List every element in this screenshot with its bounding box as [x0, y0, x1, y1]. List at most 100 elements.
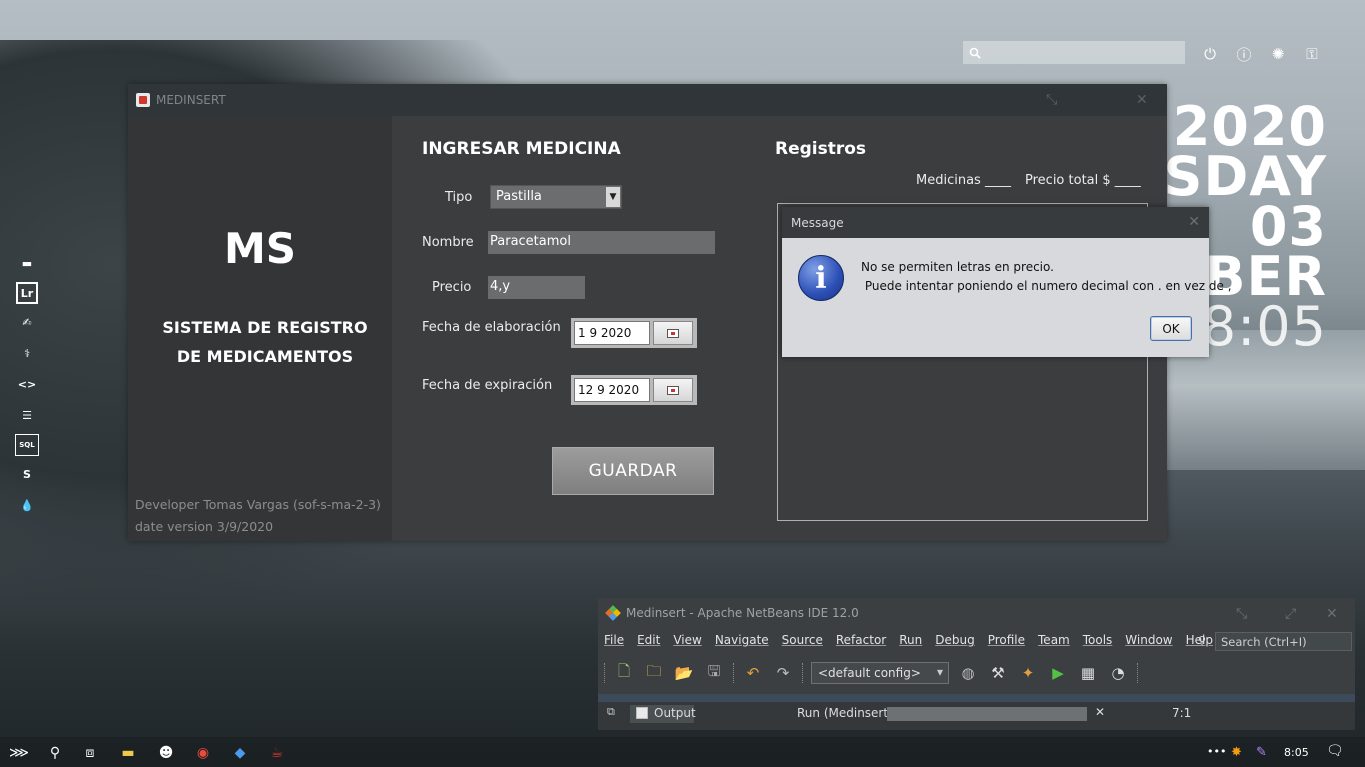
- new-project-icon[interactable]: 🗀: [643, 662, 665, 684]
- close-icon[interactable]: ✕: [1188, 214, 1200, 230]
- maximize-icon[interactable]: ⤢: [1285, 606, 1296, 622]
- sublime-icon[interactable]: S: [13, 462, 41, 487]
- config-select[interactable]: <default config>: [811, 662, 949, 684]
- output-tab[interactable]: Output: [630, 705, 696, 723]
- debug-icon[interactable]: ▦: [1077, 662, 1099, 684]
- close-icon[interactable]: ✕: [1136, 92, 1148, 108]
- nombre-field[interactable]: Paracetamol: [488, 231, 715, 254]
- menu-refactor[interactable]: Refactor: [836, 633, 886, 647]
- open-project-icon[interactable]: 📂: [673, 662, 695, 684]
- toolbar-separator: [1137, 663, 1138, 683]
- close-icon[interactable]: ✕: [1095, 705, 1105, 719]
- calendar-icon: [667, 328, 679, 338]
- redo-icon[interactable]: ↷: [772, 662, 794, 684]
- notifications-icon[interactable]: 🗨: [1326, 743, 1344, 759]
- desktop-search-bar[interactable]: [963, 41, 1185, 64]
- avast-icon[interactable]: ✸: [1231, 745, 1242, 760]
- maximize-icon[interactable]: ⤡: [1046, 92, 1057, 108]
- new-file-icon[interactable]: 🗋: [613, 662, 635, 684]
- folder-icon[interactable]: ▬: [13, 251, 41, 276]
- run-status-label: Run (Medinsert): [797, 706, 893, 720]
- subtitle-line-2: DE MEDICAMENTOS: [176, 347, 354, 366]
- minimize-icon[interactable]: ⤡: [1236, 606, 1247, 622]
- key-icon[interactable]: ⚿: [1302, 44, 1322, 64]
- elaboracion-label: Fecha de elaboración: [422, 320, 561, 335]
- profile-icon[interactable]: ◔: [1107, 662, 1129, 684]
- precio-label: Precio: [432, 280, 472, 295]
- document-icon[interactable]: ☰: [13, 403, 41, 428]
- chevron-down-icon[interactable]: ▼: [606, 187, 620, 207]
- expiracion-calendar-button[interactable]: [653, 378, 693, 402]
- mysql-icon[interactable]: SQL: [15, 434, 39, 456]
- code-icon[interactable]: <>: [13, 372, 41, 397]
- netbeans-search-input[interactable]: Search (Ctrl+I): [1215, 632, 1352, 651]
- lightroom-icon[interactable]: Lr: [16, 282, 38, 304]
- clean-build-icon[interactable]: ✦: [1017, 662, 1039, 684]
- search-icon[interactable]: ⚲: [46, 744, 64, 762]
- build-hammer-icon[interactable]: ⚒: [987, 662, 1009, 684]
- info-icon[interactable]: ⓘ: [1234, 44, 1254, 64]
- output-icon: [636, 707, 648, 719]
- expiracion-date-input[interactable]: 12 9 2020: [574, 378, 650, 402]
- java-app-taskbar-icon[interactable]: ☕: [268, 744, 286, 762]
- expiracion-date-picker: 12 9 2020: [571, 375, 697, 405]
- menu-navigate[interactable]: Navigate: [715, 633, 769, 647]
- menu-profile[interactable]: Profile: [988, 633, 1025, 647]
- menu-view[interactable]: View: [673, 633, 701, 647]
- chrome-icon[interactable]: ◉: [194, 744, 212, 762]
- pdf-icon[interactable]: ✍: [13, 310, 41, 335]
- menu-window[interactable]: Window: [1125, 633, 1172, 647]
- nombre-label: Nombre: [422, 235, 474, 250]
- output-tab-label: Output: [654, 706, 696, 720]
- developer-info: Developer Tomas Vargas (sof-s-ma-2-3) da…: [135, 494, 381, 538]
- netbeans-title: Medinsert - Apache NetBeans IDE 12.0: [626, 605, 859, 620]
- run-icon[interactable]: ▶: [1047, 662, 1069, 684]
- file-explorer-icon[interactable]: ▬: [119, 744, 137, 762]
- run-progress-bar: [887, 707, 1087, 721]
- netbeans-status-area: ⧉ Output Run (Medinsert) ✕ 7:1: [598, 694, 1355, 730]
- elaboracion-date-picker: 1 9 2020: [571, 318, 697, 348]
- feather-icon[interactable]: ✎: [1256, 745, 1267, 760]
- gimp-icon[interactable]: ☻: [157, 744, 175, 762]
- menu-team[interactable]: Team: [1038, 633, 1070, 647]
- dialog-message-line-1: No se permiten letras en precio.: [861, 260, 1054, 274]
- restore-icon[interactable]: ⧉: [607, 705, 615, 719]
- python-icon[interactable]: ⚕: [13, 341, 41, 366]
- output-header-strip: [598, 694, 1355, 702]
- tipo-select[interactable]: Pastilla ▼: [490, 185, 622, 209]
- elaboracion-date-input[interactable]: 1 9 2020: [574, 321, 650, 345]
- netbeans-toolbar: 🗋 🗀 📂 🖫 ↶ ↷ <default config> ◍ ⚒ ✦ ▶ ▦ ◔: [604, 660, 1138, 686]
- dialog-title[interactable]: Message: [782, 207, 1209, 238]
- netbeans-taskbar-icon[interactable]: ◆: [231, 744, 249, 762]
- menu-edit[interactable]: Edit: [637, 633, 660, 647]
- toolbar-separator: [604, 663, 605, 683]
- menu-file[interactable]: File: [604, 633, 624, 647]
- netbeans-logo-icon: [605, 604, 621, 621]
- precio-field[interactable]: 4,y: [488, 276, 585, 299]
- tray-overflow-icon[interactable]: •••: [1207, 745, 1226, 758]
- calendar-icon: [667, 385, 679, 395]
- save-all-icon[interactable]: 🖫: [703, 662, 725, 684]
- form-title: INGRESAR MEDICINA: [422, 139, 621, 159]
- loading-icon[interactable]: ✺: [1268, 44, 1288, 64]
- start-icon[interactable]: ⋙: [9, 744, 29, 762]
- dialog-message-line-2: Puede intentar poniendo el numero decima…: [861, 279, 1232, 293]
- menu-run[interactable]: Run: [899, 633, 922, 647]
- close-icon[interactable]: ✕: [1326, 606, 1338, 622]
- guardar-button[interactable]: GUARDAR: [552, 447, 714, 495]
- task-view-icon[interactable]: ⧈: [81, 744, 99, 762]
- undo-icon[interactable]: ↶: [742, 662, 764, 684]
- menu-debug[interactable]: Debug: [935, 633, 974, 647]
- drop-icon[interactable]: 💧: [13, 493, 41, 518]
- window-titlebar[interactable]: MEDINSERT: [128, 84, 1167, 116]
- power-icon[interactable]: ⏻: [1200, 44, 1220, 64]
- brand-panel: MS SISTEMA DE REGISTRO DE MEDICAMENTOS D…: [128, 116, 392, 541]
- tipo-label: Tipo: [445, 190, 473, 205]
- ok-button[interactable]: OK: [1150, 316, 1192, 341]
- app-subtitle: SISTEMA DE REGISTRO DE MEDICAMENTOS: [128, 313, 402, 371]
- taskbar-clock[interactable]: 8:05: [1284, 746, 1309, 759]
- menu-source[interactable]: Source: [782, 633, 823, 647]
- globe-icon[interactable]: ◍: [957, 662, 979, 684]
- menu-tools[interactable]: Tools: [1083, 633, 1113, 647]
- elaboracion-calendar-button[interactable]: [653, 321, 693, 345]
